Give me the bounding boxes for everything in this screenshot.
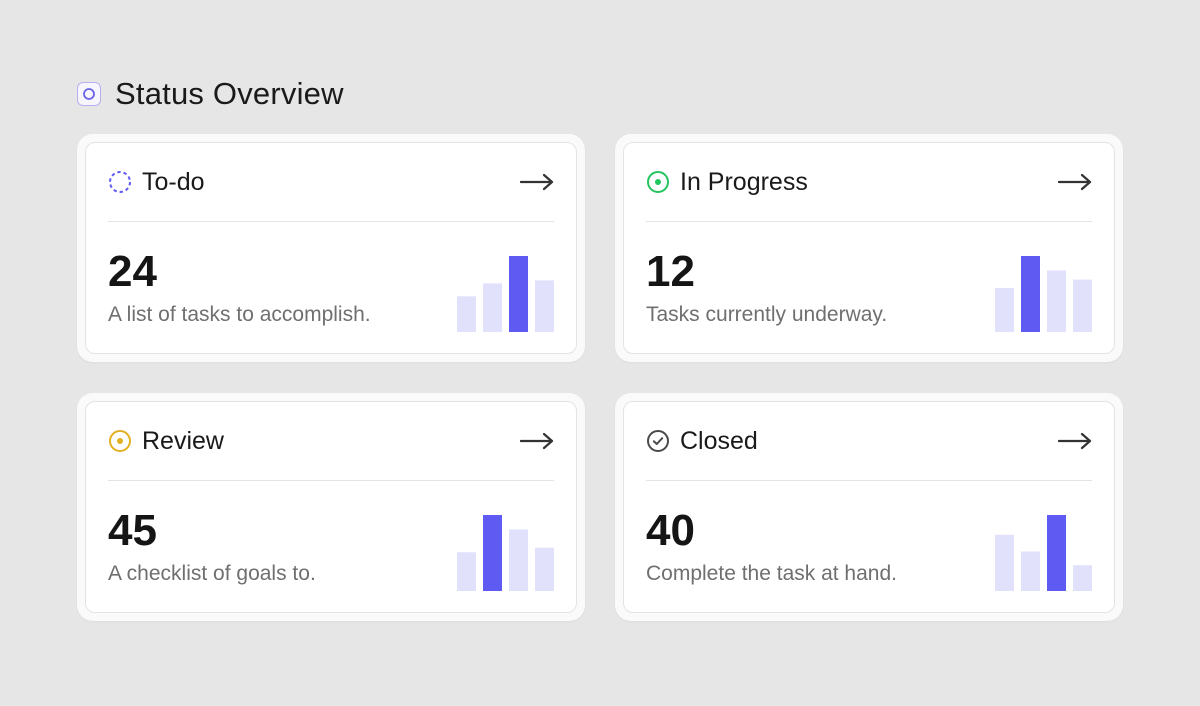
chart-bar bbox=[457, 552, 476, 591]
chart-bar bbox=[995, 534, 1014, 591]
task-count: 45 bbox=[108, 506, 157, 555]
card-title: In Progress bbox=[680, 168, 808, 196]
dot-circle-icon bbox=[109, 430, 131, 452]
mini-bar-chart bbox=[457, 256, 554, 332]
dashed-circle-icon bbox=[109, 171, 131, 193]
chart-bar bbox=[535, 547, 554, 591]
dot-circle-icon bbox=[647, 171, 669, 193]
arrow-right-icon[interactable] bbox=[1058, 171, 1092, 193]
card-header: In Progress bbox=[646, 143, 1092, 222]
status-card-in-progress[interactable]: In Progress 12 Tasks currently underway. bbox=[615, 134, 1123, 362]
chart-bar bbox=[995, 287, 1014, 332]
chart-bar bbox=[509, 529, 528, 591]
chart-bar bbox=[1073, 279, 1092, 332]
mini-bar-chart bbox=[457, 515, 554, 591]
arrow-right-icon[interactable] bbox=[1058, 430, 1092, 452]
chart-bar bbox=[1073, 565, 1092, 591]
card-header: Review bbox=[108, 402, 554, 481]
chart-bar-highlight bbox=[1047, 515, 1066, 591]
arrow-right-icon[interactable] bbox=[520, 171, 554, 193]
card-body: To-do 24 A list of tasks to accomplish. bbox=[85, 142, 577, 354]
card-description: A checklist of goals to. bbox=[108, 562, 316, 585]
card-description: Tasks currently underway. bbox=[646, 303, 888, 326]
chart-bar-highlight bbox=[509, 256, 528, 332]
chart-bar bbox=[535, 280, 554, 332]
task-count: 12 bbox=[646, 247, 695, 296]
chart-bar bbox=[457, 296, 476, 332]
status-card-todo[interactable]: To-do 24 A list of tasks to accomplish. bbox=[77, 134, 585, 362]
task-count: 24 bbox=[108, 247, 157, 296]
arrow-right-icon[interactable] bbox=[520, 430, 554, 452]
task-count: 40 bbox=[646, 506, 695, 555]
chart-bar-highlight bbox=[483, 515, 502, 591]
card-body: Closed 40 Complete the task at hand. bbox=[623, 401, 1115, 613]
card-title: To-do bbox=[142, 168, 205, 196]
section-header: Status Overview bbox=[77, 76, 344, 111]
card-body: In Progress 12 Tasks currently underway. bbox=[623, 142, 1115, 354]
chart-bar-highlight bbox=[1021, 256, 1040, 332]
circle-badge-icon bbox=[77, 82, 101, 106]
card-header: Closed bbox=[646, 402, 1092, 481]
card-title: Closed bbox=[680, 427, 758, 455]
status-card-review[interactable]: Review 45 A checklist of goals to. bbox=[77, 393, 585, 621]
card-description: A list of tasks to accomplish. bbox=[108, 303, 371, 326]
card-description: Complete the task at hand. bbox=[646, 562, 897, 585]
mini-bar-chart bbox=[995, 256, 1092, 332]
status-card-closed[interactable]: Closed 40 Complete the task at hand. bbox=[615, 393, 1123, 621]
check-circle-icon bbox=[647, 430, 669, 452]
mini-bar-chart bbox=[995, 515, 1092, 591]
page-title: Status Overview bbox=[115, 76, 344, 111]
chart-bar bbox=[1021, 551, 1040, 591]
card-body: Review 45 A checklist of goals to. bbox=[85, 401, 577, 613]
card-title: Review bbox=[142, 427, 224, 455]
card-header: To-do bbox=[108, 143, 554, 222]
chart-bar bbox=[483, 283, 502, 332]
chart-bar bbox=[1047, 270, 1066, 332]
